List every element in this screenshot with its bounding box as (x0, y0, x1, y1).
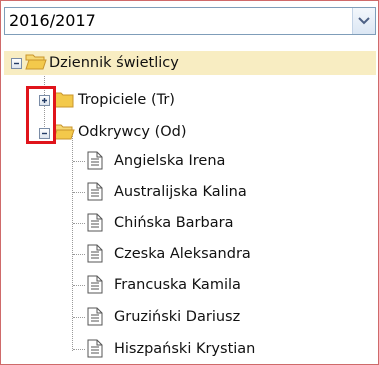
year-select-value: 2016/2017 (9, 11, 96, 30)
tree-root-label: Dziennik świetlicy (49, 55, 179, 71)
tree-connector (73, 161, 85, 162)
tree-leaf-row[interactable]: Angielska Irena (1, 151, 378, 175)
tree-group-label: Odkrywcy (Od) (78, 124, 187, 140)
minus-icon (14, 62, 19, 65)
document-icon (87, 275, 103, 294)
document-icon (87, 213, 103, 232)
tree-connector (73, 223, 85, 224)
tree-connector (73, 349, 85, 350)
document-icon (87, 307, 103, 326)
open-folder-icon (25, 54, 47, 70)
student-label: Gruziński Dariusz (114, 309, 241, 325)
tree-leaf-row[interactable]: Czeska Aleksandra (1, 244, 378, 268)
document-icon (87, 339, 103, 358)
tree-leaf-row[interactable]: Chińska Barbara (1, 213, 378, 237)
tree-connector (73, 285, 85, 286)
tree-connector (73, 317, 85, 318)
student-label: Australijska Kalina (114, 184, 247, 200)
tree-root-row[interactable]: Dziennik świetlicy (4, 51, 376, 75)
highlight-box (26, 86, 56, 144)
tree-connector (73, 254, 85, 255)
chevron-down-icon (358, 17, 370, 25)
student-label: Czeska Aleksandra (114, 246, 251, 262)
tree-leaf-row[interactable]: Francuska Kamila (1, 275, 378, 299)
tree-group-row[interactable]: Odkrywcy (Od) (1, 121, 378, 145)
folder-icon (53, 92, 74, 108)
document-icon (87, 151, 103, 170)
dropdown-arrow-button[interactable] (352, 8, 375, 34)
student-label: Chińska Barbara (114, 215, 234, 231)
document-icon (87, 182, 103, 201)
collapse-toggle[interactable] (11, 58, 22, 69)
tree-group-label: Tropiciele (Tr) (78, 92, 175, 108)
document-icon (87, 244, 103, 263)
tree-group-row[interactable]: Tropiciele (Tr) (1, 89, 378, 113)
tree-connector (73, 192, 85, 193)
year-select[interactable]: 2016/2017 (4, 7, 376, 35)
tree-leaf-row[interactable]: Hiszpański Krystian (1, 339, 378, 363)
tree-leaf-row[interactable]: Gruziński Dariusz (1, 307, 378, 331)
student-label: Hiszpański Krystian (114, 341, 256, 357)
student-label: Angielska Irena (114, 153, 226, 169)
tree-panel: 2016/2017 Dziennik świetlicy Tropiciele … (0, 0, 379, 365)
open-folder-icon (53, 124, 75, 140)
tree-leaf-row[interactable]: Australijska Kalina (1, 182, 378, 206)
student-label: Francuska Kamila (114, 277, 241, 293)
